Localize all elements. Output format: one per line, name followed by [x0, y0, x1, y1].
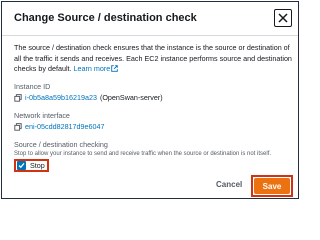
close-button[interactable]	[274, 9, 292, 27]
cancel-button[interactable]: Cancel	[216, 180, 242, 189]
save-button[interactable]: Save	[254, 178, 290, 194]
dialog-header: Change Source / destination check	[2, 2, 298, 36]
stop-checkbox-highlight: Stop	[14, 159, 49, 172]
instance-name: (OpenSwan-server)	[99, 93, 163, 102]
network-interface-link[interactable]: eni-05cdd82817d9e6047	[25, 122, 105, 131]
change-source-dest-dialog: Change Source / destination check The so…	[1, 1, 299, 199]
copy-icon[interactable]	[14, 122, 22, 131]
checkmark-icon	[18, 163, 25, 169]
source-dest-check-hint: Stop to allow your instance to send and …	[14, 151, 272, 157]
instance-id-label: Instance ID	[14, 82, 51, 91]
network-interface-row: eni-05cdd82817d9e6047	[14, 122, 105, 131]
instance-id-row: i-0b5a8a59b16219a23 (OpenSwan-server)	[14, 93, 163, 102]
source-dest-check-label: Source / destination checking	[14, 140, 108, 149]
close-icon	[278, 13, 288, 23]
dialog-title: Change Source / destination check	[14, 12, 197, 24]
external-link-icon	[111, 65, 119, 72]
dialog-description: The source / destination check ensures t…	[14, 43, 294, 75]
copy-icon[interactable]	[14, 93, 22, 102]
description-text: The source / destination check ensures t…	[14, 43, 292, 73]
instance-id-link[interactable]: i-0b5a8a59b16219a23	[25, 93, 97, 102]
network-interface-label: Network interface	[14, 111, 70, 120]
stop-checkbox[interactable]	[17, 161, 26, 170]
learn-more-link[interactable]: Learn more	[74, 64, 119, 73]
stop-checkbox-label: Stop	[30, 161, 45, 170]
save-button-highlight: Save	[251, 175, 293, 197]
